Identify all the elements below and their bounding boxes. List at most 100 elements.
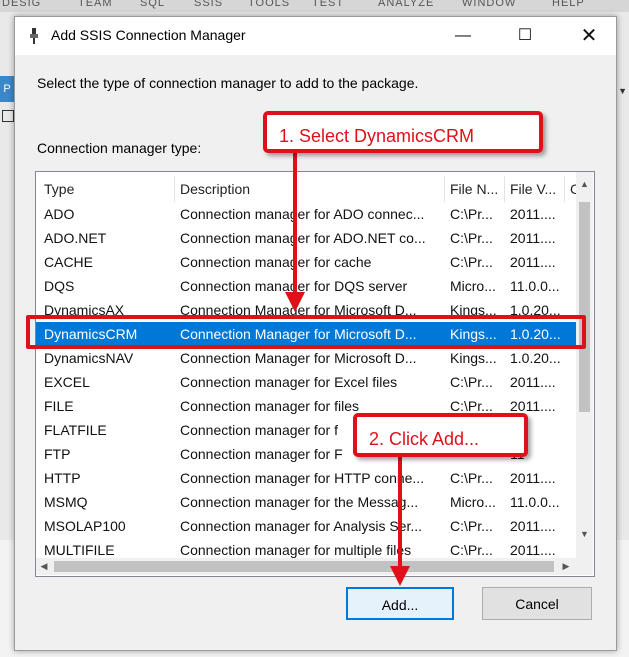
- column-separator[interactable]: [564, 176, 565, 202]
- cell-description: Connection manager for cache: [180, 254, 372, 270]
- cell-description: Connection manager for DQS server: [180, 278, 408, 294]
- close-icon[interactable]: ✕: [566, 17, 612, 55]
- cell-file-version: 11.0.0...: [510, 494, 560, 510]
- cell-file-version: 2011....: [510, 230, 556, 246]
- horizontal-scroll-thumb[interactable]: [54, 561, 554, 572]
- background-menu-item: TEST: [312, 0, 345, 9]
- background-tab: P: [0, 76, 14, 102]
- cell-file-name: C:\Pr...: [450, 230, 493, 246]
- cell-type: ADO.NET: [44, 230, 107, 246]
- table-row[interactable]: DQS Connection manager for DQS server Micr…: [36, 274, 576, 298]
- cell-type: HTTP: [44, 470, 81, 486]
- cell-description: Connection manager for HTTP conne...: [180, 470, 425, 486]
- table-row[interactable]: ADO.NET Connection manager for ADO.NET co…: [36, 226, 576, 250]
- step2-callout: 2. Click Add...: [353, 413, 528, 457]
- horizontal-scrollbar[interactable]: ◀ ▶: [36, 558, 576, 575]
- scroll-left-icon[interactable]: ◀: [36, 558, 52, 575]
- column-separator[interactable]: [174, 176, 175, 202]
- table-row[interactable]: MSOLAP100 Connection manager for Analysis…: [36, 514, 576, 538]
- cell-file-name: C:\Pr...: [450, 206, 493, 222]
- step1-callout: 1. Select DynamicsCRM: [263, 111, 543, 153]
- background-menu-item: HELP: [552, 0, 585, 9]
- cell-description: Connection manager for Analysis Ser...: [180, 518, 423, 534]
- background-menu-item: SSIS: [194, 0, 224, 9]
- cell-description: Connection manager for Excel files: [180, 374, 398, 390]
- column-header-file-name[interactable]: File N...: [450, 172, 504, 202]
- cell-description: Connection manager for ADO connec...: [180, 206, 425, 222]
- cell-file-version: 2011....: [510, 206, 556, 222]
- cell-file-name: Micro...: [450, 494, 496, 510]
- cell-description: Connection Manager for Microsoft D...: [180, 350, 417, 366]
- scroll-right-icon[interactable]: ▶: [558, 558, 574, 575]
- cell-type: DynamicsNAV: [44, 350, 134, 366]
- maximize-icon[interactable]: ☐: [502, 17, 548, 55]
- connection-type-label: Connection manager type:: [37, 140, 202, 156]
- selected-row-highlight: [26, 315, 586, 349]
- cell-file-name: C:\Pr...: [450, 470, 493, 486]
- dialog-titlebar[interactable]: Add SSIS Connection Manager — ☐ ✕: [15, 17, 616, 55]
- cell-type: MSMQ: [44, 494, 88, 510]
- cell-type: MULTIFILE: [44, 542, 115, 558]
- table-row[interactable]: ADO Connection manager for ADO connec... C…: [36, 202, 576, 226]
- column-separator[interactable]: [504, 176, 505, 202]
- cell-file-name: C:\Pr...: [450, 542, 493, 558]
- background-left-panel: P: [0, 76, 14, 136]
- dialog-title: Add SSIS Connection Manager: [51, 27, 246, 43]
- cell-file-version: 2011....: [510, 470, 556, 486]
- cell-file-version: 2011....: [510, 374, 556, 390]
- cell-type: FLATFILE: [44, 422, 107, 438]
- add-button[interactable]: Add...: [346, 587, 454, 620]
- cell-file-name: C:\Pr...: [450, 374, 493, 390]
- table-row[interactable]: CACHE Connection manager for cache C:\Pr..…: [36, 250, 576, 274]
- cell-file-name: Kings...: [450, 350, 497, 366]
- cell-type: FTP: [44, 446, 71, 462]
- table-row[interactable]: MSMQ Connection manager for the Messag...…: [36, 490, 576, 514]
- cell-file-version: 2011....: [510, 542, 556, 558]
- background-menubar: DESIG TEAM SQL SSIS TOOLS TEST ANALYZE W…: [0, 0, 629, 12]
- cell-file-version: 11.0.0...: [510, 278, 560, 294]
- cell-type: DQS: [44, 278, 75, 294]
- background-menu-item: SQL: [140, 0, 166, 9]
- background-menu-item: DESIG: [2, 0, 42, 9]
- cell-type: CACHE: [44, 254, 94, 270]
- table-row[interactable]: DynamicsNAV Connection Manager for Micros…: [36, 346, 576, 370]
- background-menu-item: ANALYZE: [378, 0, 435, 9]
- cell-file-name: Micro...: [450, 278, 496, 294]
- column-separator[interactable]: [444, 176, 445, 202]
- minimize-icon[interactable]: —: [440, 17, 486, 55]
- background-menu-item: TEAM: [78, 0, 113, 9]
- background-menu-item: WINDOW: [462, 0, 517, 9]
- cell-file-version: 1.0.20...: [510, 350, 561, 366]
- cell-type: FILE: [44, 398, 74, 414]
- scrollbar-corner: [576, 558, 593, 575]
- background-menu-item: TOOLS: [248, 0, 291, 9]
- cell-file-version: 2011....: [510, 254, 556, 270]
- table-row[interactable]: MULTIFILE Connection manager for multiple…: [36, 538, 576, 558]
- cell-type: MSOLAP100: [44, 518, 126, 534]
- cell-file-version: 2011....: [510, 518, 556, 534]
- scroll-up-icon[interactable]: ▲: [576, 176, 593, 192]
- column-header-file-version[interactable]: File V...: [510, 172, 564, 202]
- background-right-panel: ▼: [617, 76, 629, 106]
- cell-file-name: C:\Pr...: [450, 518, 493, 534]
- vertical-scrollbar[interactable]: ▲ ▼: [576, 172, 593, 558]
- list-header: Type Description File N... File V... C: [36, 172, 576, 202]
- column-header-description[interactable]: Description: [180, 172, 444, 202]
- instruction-text: Select the type of connection manager to…: [37, 75, 419, 91]
- vertical-scroll-thumb[interactable]: [579, 202, 590, 412]
- cell-type: EXCEL: [44, 374, 90, 390]
- cell-description: Connection manager for multiple files: [180, 542, 412, 558]
- ssis-app-icon: [30, 28, 38, 44]
- connection-type-list[interactable]: Type Description File N... File V... C A…: [35, 171, 595, 577]
- cell-description: Connection manager for ADO.NET co...: [180, 230, 426, 246]
- scroll-down-icon[interactable]: ▼: [576, 526, 593, 542]
- cell-file-name: C:\Pr...: [450, 254, 493, 270]
- column-header-type[interactable]: Type: [44, 172, 172, 202]
- cancel-button[interactable]: Cancel: [482, 587, 592, 620]
- table-row[interactable]: EXCEL Connection manager for Excel files C…: [36, 370, 576, 394]
- background-grid-icon: [2, 110, 14, 122]
- cell-description: Connection manager for the Messag...: [180, 494, 419, 510]
- cell-type: ADO: [44, 206, 75, 222]
- table-row[interactable]: HTTP Connection manager for HTTP conne...…: [36, 466, 576, 490]
- list-rows: ADO Connection manager for ADO connec... C…: [36, 202, 576, 558]
